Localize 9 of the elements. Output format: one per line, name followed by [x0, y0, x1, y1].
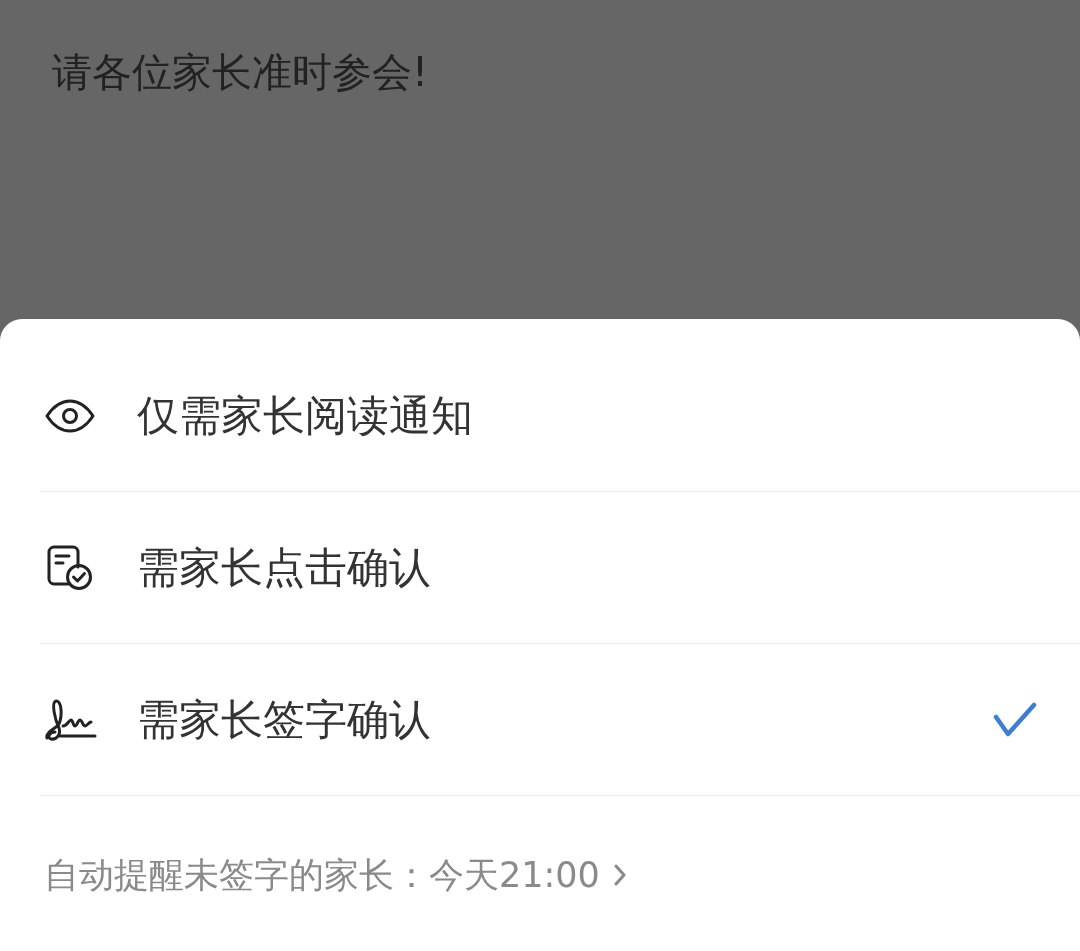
option-label: 需家长点击确认: [137, 541, 432, 594]
document-check-icon: [47, 544, 93, 591]
option-item[interactable]: 仅需家长阅读通知: [40, 340, 1080, 492]
eye-icon: [45, 398, 95, 433]
signature-icon: [43, 697, 97, 742]
option-label: 仅需家长阅读通知: [137, 389, 474, 442]
notice-text: 请各位家长准时参会!: [52, 49, 429, 95]
option-label: 需家长签字确认: [137, 693, 432, 746]
chevron-right-icon: [613, 864, 626, 886]
